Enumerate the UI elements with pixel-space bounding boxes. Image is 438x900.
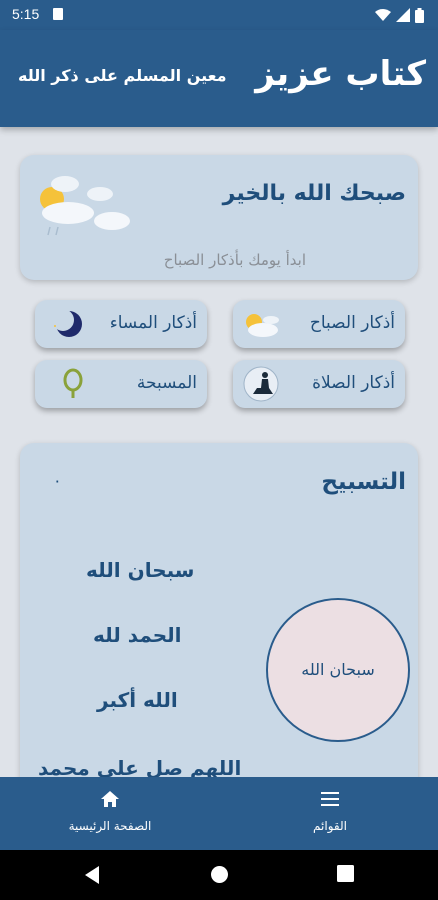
nav-home-label: الصفحة الرئيسية (68, 819, 152, 833)
app-subtitle: معين المسلم على ذكر الله (18, 66, 227, 85)
recent-apps-icon[interactable] (337, 865, 354, 882)
praying-person-icon (243, 366, 279, 402)
status-time: 5:15 (12, 6, 40, 22)
tasbih-counter-button[interactable]: سبحان الله (266, 598, 410, 742)
app-bar: معين المسلم على ذكر الله كتاب عزيز (0, 30, 438, 127)
sun-cloud-icon (246, 314, 279, 337)
counter-label: سبحان الله (301, 660, 375, 679)
status-icons (375, 7, 424, 23)
rosary-button[interactable]: المسبحة (35, 360, 207, 408)
signal-icon (396, 8, 410, 22)
greeting-subtitle: ابدأ يومك بأذكار الصباح (163, 251, 306, 269)
evening-adhkar-label: أذكار المساء (109, 313, 197, 333)
evening-adhkar-button[interactable]: أذكار المساء (35, 300, 207, 348)
bottom-navigation: الصفحة الرئيسية القوائم (0, 777, 438, 850)
nav-home[interactable]: الصفحة الرئيسية (40, 777, 180, 850)
menu-icon (321, 792, 339, 806)
greeting-title: صبحك الله بالخير (222, 181, 406, 206)
home-circle-icon[interactable] (210, 865, 229, 884)
wifi-icon (375, 9, 391, 21)
rosary-label: المسبحة (136, 373, 197, 393)
back-icon[interactable] (83, 865, 101, 885)
sd-card-icon (53, 8, 63, 20)
dhikr-item[interactable]: الحمد لله (93, 623, 182, 647)
morning-adhkar-button[interactable]: أذكار الصباح (233, 300, 405, 348)
tasbih-title: التسبيح (321, 469, 406, 495)
dhikr-item[interactable]: الله أكبر (97, 688, 178, 712)
system-navigation-bar (0, 850, 438, 900)
prayer-adhkar-label: أذكار الصلاة (312, 373, 395, 393)
nav-lists[interactable]: القوائم (270, 777, 390, 850)
prayer-adhkar-button[interactable]: أذكار الصلاة (233, 360, 405, 408)
weather-clouds-icon (40, 176, 130, 236)
prayer-beads-icon (63, 368, 83, 398)
app-title: كتاب عزيز (255, 54, 426, 94)
battery-icon (415, 7, 424, 23)
dhikr-item[interactable]: سبحان الله (86, 558, 194, 582)
nav-lists-label: القوائم (313, 819, 347, 833)
status-bar: 5:15 (0, 0, 438, 30)
greeting-card[interactable]: صبحك الله بالخير ابدأ يومك بأذكار الصباح (20, 155, 418, 280)
home-icon (101, 791, 119, 807)
morning-adhkar-label: أذكار الصباح (309, 313, 395, 333)
moon-icon (52, 309, 82, 337)
